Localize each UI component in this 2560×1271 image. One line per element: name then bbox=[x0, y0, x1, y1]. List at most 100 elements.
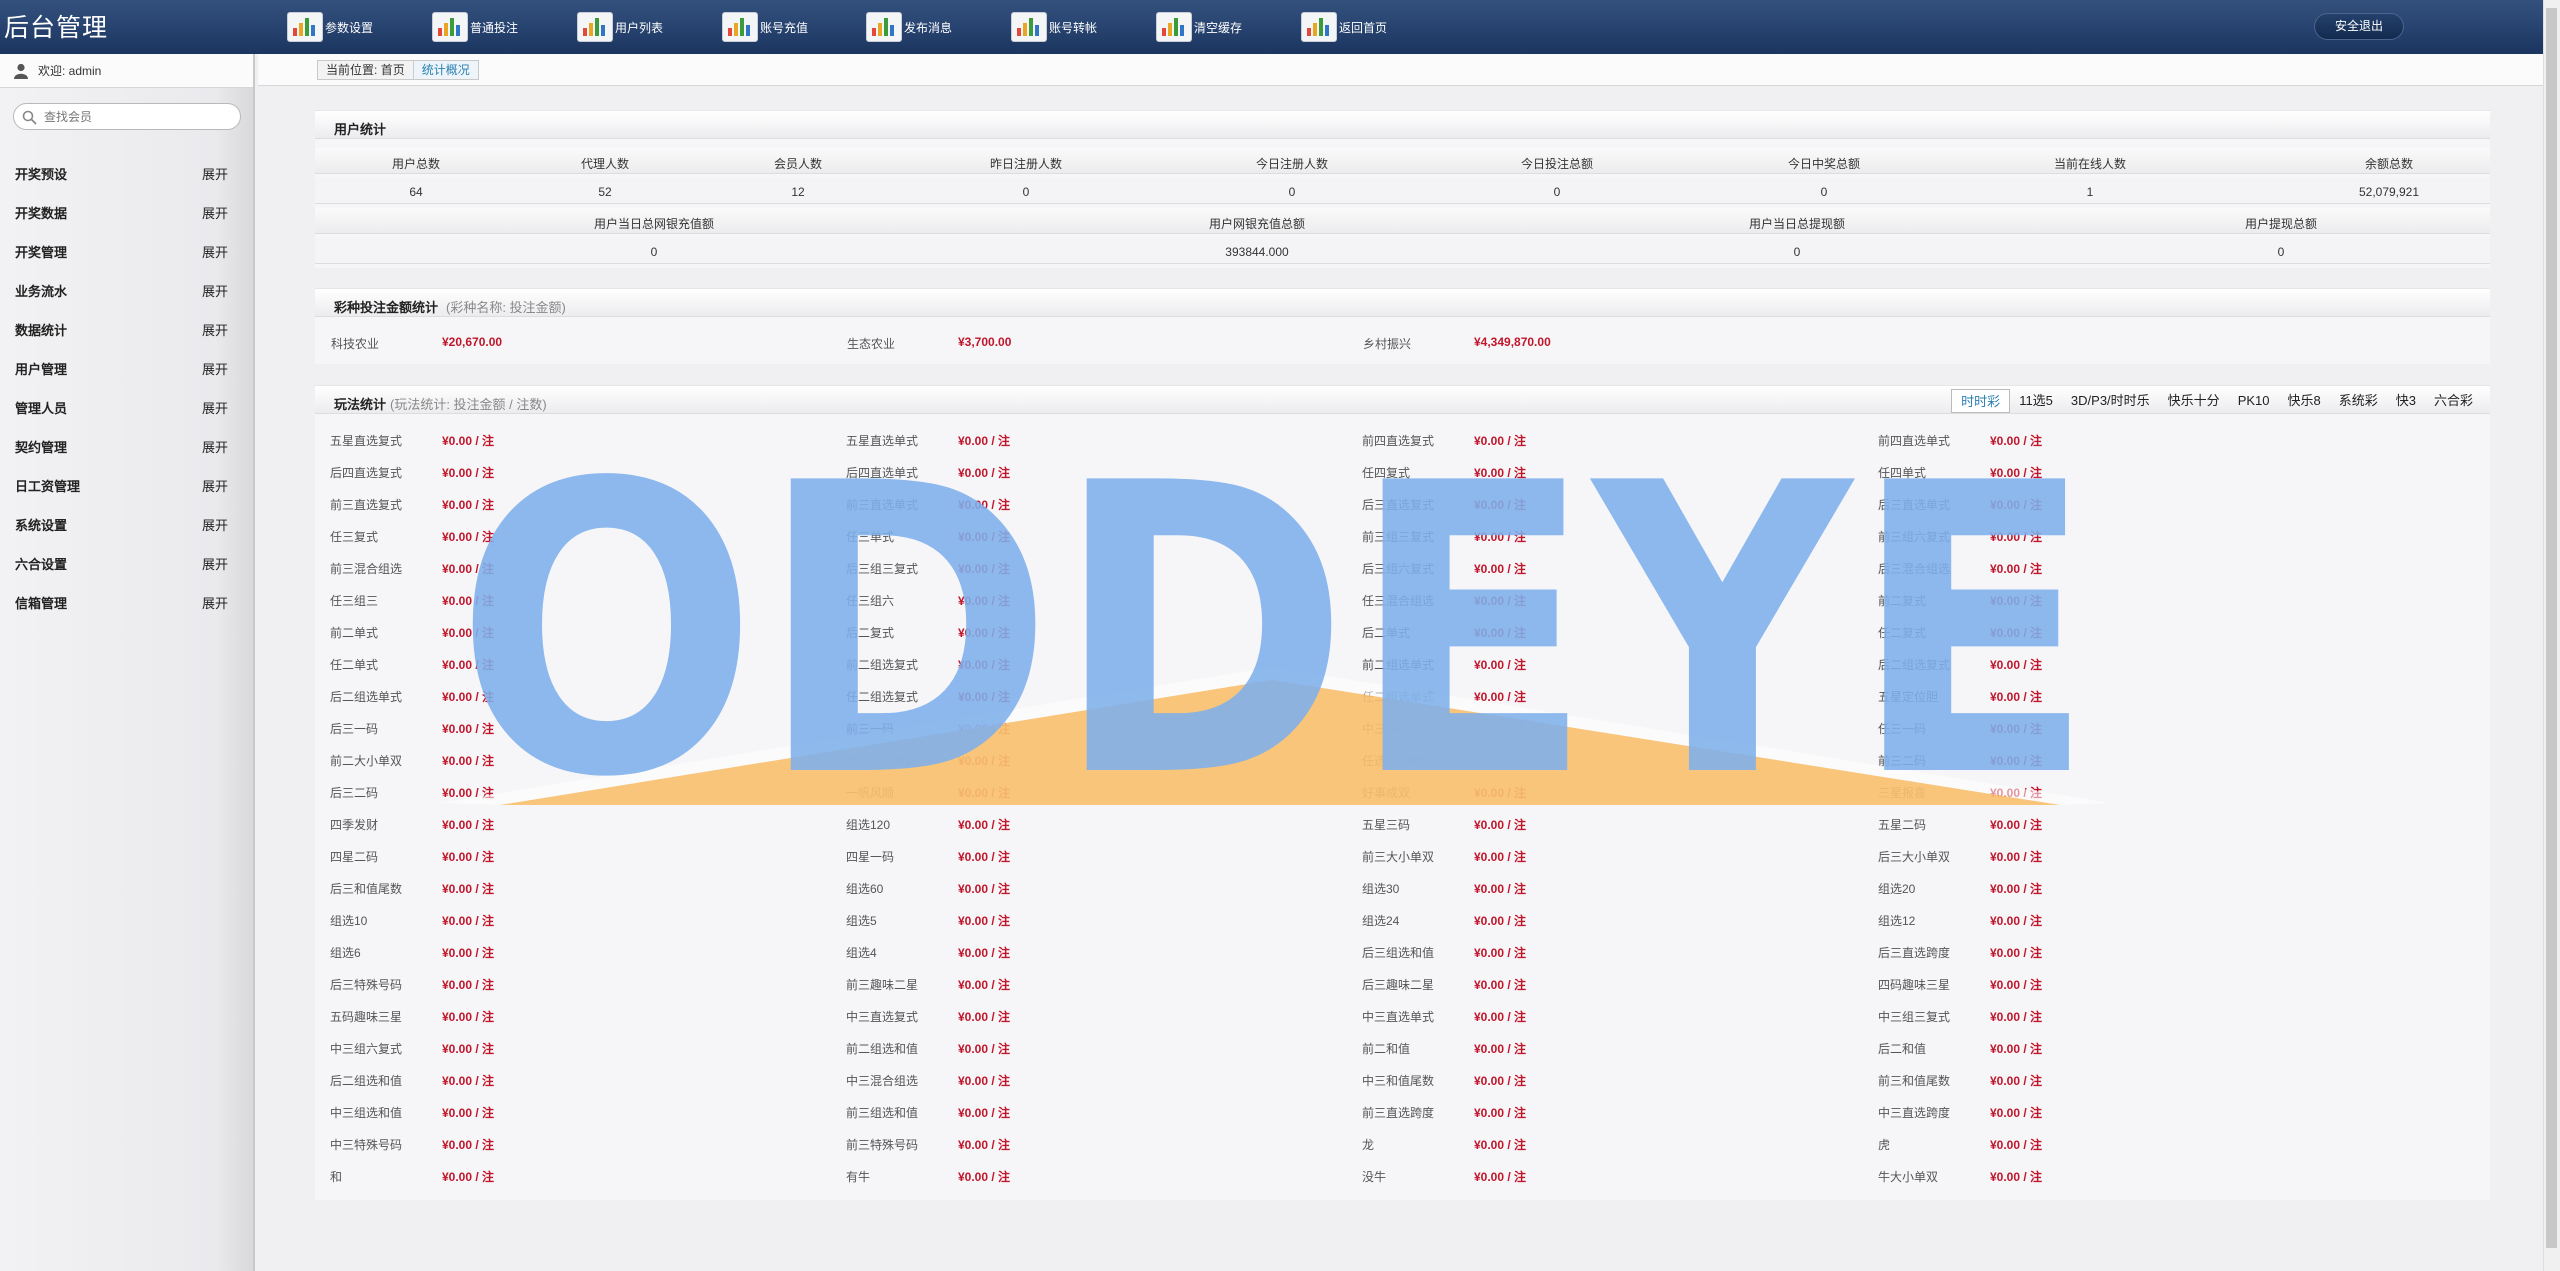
topnav-label: 账号转帐 bbox=[1049, 20, 1098, 35]
topnav-item[interactable]: 账号转帐 bbox=[1011, 11, 1097, 43]
tab-lottery-type[interactable]: 3D/P3/时时乐 bbox=[2062, 389, 2159, 413]
scrollbar-thumb[interactable] bbox=[2546, 8, 2557, 1248]
sidebar-item[interactable]: 业务流水 展开 bbox=[0, 269, 253, 308]
sidebar-item[interactable]: 系统设置 展开 bbox=[0, 503, 253, 542]
play-name: 五星定位胆 bbox=[1878, 690, 1939, 704]
play-amount: ¥0.00 / 注 bbox=[1990, 690, 2043, 704]
play-amount: ¥0.00 / 注 bbox=[1990, 562, 2043, 576]
sidebar-item[interactable]: 开奖数据 展开 bbox=[0, 191, 253, 230]
topnav-item[interactable]: 清空缓存 bbox=[1156, 11, 1242, 43]
play-name: 组选60 bbox=[846, 882, 884, 896]
play-name: 前三一码 bbox=[846, 722, 895, 736]
expand-toggle[interactable]: 展开 bbox=[202, 554, 228, 573]
play-name: 后三趣味二星 bbox=[1362, 978, 1435, 992]
tab-lottery-type[interactable]: 时时彩 bbox=[1951, 389, 2011, 413]
play-amount: ¥0.00 / 注 bbox=[1474, 626, 1527, 640]
play-amount: ¥0.00 / 注 bbox=[442, 754, 495, 768]
play-name: 后三直选跨度 bbox=[1878, 946, 1951, 960]
user-stats-title: 用户统计 bbox=[334, 122, 387, 137]
topnav-item[interactable]: 参数设置 bbox=[287, 11, 373, 43]
play-amount: ¥0.00 / 注 bbox=[1474, 466, 1527, 480]
play-name: 前三特殊号码 bbox=[846, 1138, 919, 1152]
play-name: 后三和值尾数 bbox=[330, 882, 403, 896]
play-amount: ¥0.00 / 注 bbox=[958, 1138, 1011, 1152]
expand-toggle[interactable]: 展开 bbox=[202, 164, 228, 183]
stat-label: 用户当日总提现额 bbox=[1748, 217, 1846, 231]
play-amount: ¥0.00 / 注 bbox=[1990, 850, 2043, 864]
sidebar-item-label: 契约管理 bbox=[15, 440, 68, 455]
play-name: 任三单式 bbox=[846, 530, 895, 544]
play-name: 后二单式 bbox=[1362, 626, 1411, 640]
expand-toggle[interactable]: 展开 bbox=[202, 242, 228, 261]
sidebar-item[interactable]: 六合设置 展开 bbox=[0, 542, 253, 581]
stat-value: 52,079,921 bbox=[2358, 185, 2420, 199]
play-name: 四码趣味三星 bbox=[1878, 978, 1951, 992]
sidebar-item[interactable]: 日工资管理 展开 bbox=[0, 464, 253, 503]
lottery-name: 生态农业 bbox=[847, 337, 896, 351]
expand-toggle[interactable]: 展开 bbox=[202, 476, 228, 495]
lottery-name: 科技农业 bbox=[331, 337, 380, 351]
topnav-item[interactable]: 返回首页 bbox=[1301, 11, 1387, 43]
expand-toggle[interactable]: 展开 bbox=[202, 320, 228, 339]
play-amount: ¥0.00 / 注 bbox=[958, 690, 1011, 704]
tab-lottery-type[interactable]: 快3 bbox=[2387, 389, 2425, 413]
lottery-stats-panel: 彩种投注金额统计 (彩种名称: 投注金额) 科技农业 ¥20,670.00 生态农业… bbox=[315, 288, 2490, 364]
sidebar-item[interactable]: 开奖管理 展开 bbox=[0, 230, 253, 269]
sidebar-item[interactable]: 契约管理 展开 bbox=[0, 425, 253, 464]
topnav-item[interactable]: 账号充值 bbox=[722, 11, 808, 43]
stat-label: 今日投注总额 bbox=[1520, 157, 1594, 171]
play-name: 组选6 bbox=[330, 946, 361, 960]
expand-toggle[interactable]: 展开 bbox=[202, 593, 228, 612]
sidebar-item[interactable]: 管理人员 展开 bbox=[0, 386, 253, 425]
play-amount: ¥0.00 / 注 bbox=[958, 594, 1011, 608]
search-input[interactable] bbox=[44, 106, 229, 127]
play-amount: ¥0.00 / 注 bbox=[442, 690, 495, 704]
expand-toggle[interactable]: 展开 bbox=[202, 203, 228, 222]
play-amount: ¥0.00 / 注 bbox=[958, 914, 1011, 928]
tab-lottery-type[interactable]: PK10 bbox=[2229, 389, 2279, 413]
sidebar: 欢迎: admin 开奖预设展开开奖数据展开开奖管理展开业务流水展开数据统计展开… bbox=[0, 54, 255, 1271]
sidebar-item[interactable]: 信箱管理 展开 bbox=[0, 581, 253, 620]
tab-lottery-type[interactable]: 系统彩 bbox=[2330, 389, 2387, 413]
user-stats-header-row-1: 用户总数 代理人数 会员人数 昨日注册人数 今日注册人数 今日投注总额 今日中奖总额 当前在线… bbox=[315, 148, 2490, 174]
play-amount: ¥0.00 / 注 bbox=[1990, 1170, 2043, 1184]
app-title: 后台管理 bbox=[4, 14, 109, 42]
play-name: 后三组六复式 bbox=[1362, 562, 1435, 576]
search-icon[interactable] bbox=[22, 110, 37, 125]
breadcrumb-bar: 当前位置: 首页 统计概况 bbox=[258, 54, 2543, 86]
topnav-item[interactable]: 用户列表 bbox=[577, 11, 663, 43]
tab-lottery-type[interactable]: 11选5 bbox=[2010, 389, 2062, 413]
expand-toggle[interactable]: 展开 bbox=[202, 281, 228, 300]
play-name: 任三一码 bbox=[1878, 722, 1927, 736]
play-amount: ¥0.00 / 注 bbox=[442, 850, 495, 864]
play-amount: ¥0.00 / 注 bbox=[958, 786, 1011, 800]
expand-toggle[interactable]: 展开 bbox=[202, 437, 228, 456]
member-search[interactable] bbox=[13, 103, 241, 130]
breadcrumb-home[interactable]: 首页 bbox=[381, 63, 405, 77]
expand-toggle[interactable]: 展开 bbox=[202, 515, 228, 534]
stat-value: 0 bbox=[1793, 245, 1801, 259]
breadcrumb: 当前位置: 首页 统计概况 bbox=[317, 60, 479, 80]
sidebar-item[interactable]: 数据统计 展开 bbox=[0, 308, 253, 347]
topnav-item[interactable]: 发布消息 bbox=[866, 11, 952, 43]
play-amount: ¥0.00 / 注 bbox=[958, 498, 1011, 512]
logout-button[interactable]: 安全退出 bbox=[2314, 13, 2404, 40]
play-name: 组选4 bbox=[846, 946, 877, 960]
expand-toggle[interactable]: 展开 bbox=[202, 398, 228, 417]
expand-toggle[interactable]: 展开 bbox=[202, 359, 228, 378]
play-amount: ¥0.00 / 注 bbox=[442, 1170, 495, 1184]
sidebar-item[interactable]: 用户管理 展开 bbox=[0, 347, 253, 386]
play-amount: ¥0.00 / 注 bbox=[442, 882, 495, 896]
play-amount: ¥0.00 / 注 bbox=[1474, 562, 1527, 576]
tab-lottery-type[interactable]: 六合彩 bbox=[2425, 389, 2482, 413]
play-name: 前二组选和值 bbox=[846, 1042, 919, 1056]
play-name: 中三特殊号码 bbox=[330, 1138, 403, 1152]
topnav-item[interactable]: 普通投注 bbox=[432, 11, 518, 43]
tab-lottery-type[interactable]: 快乐8 bbox=[2279, 389, 2330, 413]
breadcrumb-current[interactable]: 统计概况 bbox=[412, 61, 478, 79]
sidebar-item[interactable]: 开奖预设 展开 bbox=[0, 152, 253, 191]
play-name: 后二组选单式 bbox=[330, 690, 403, 704]
tab-lottery-type[interactable]: 快乐十分 bbox=[2159, 389, 2229, 413]
chart-icon bbox=[287, 12, 323, 42]
play-name: 前三直选复式 bbox=[330, 498, 403, 512]
